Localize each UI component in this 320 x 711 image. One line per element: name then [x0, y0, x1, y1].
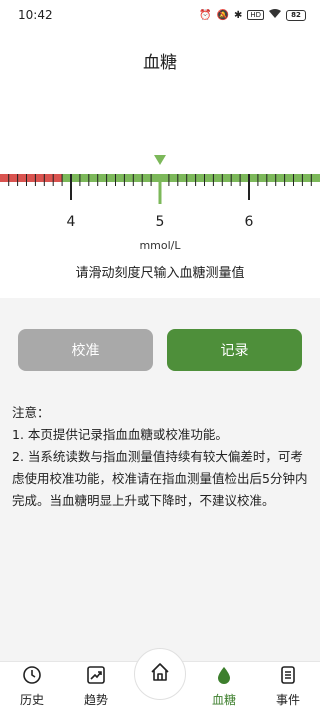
wifi-icon	[269, 8, 281, 22]
record-button[interactable]: 记录	[167, 329, 302, 371]
minor-tick	[88, 174, 90, 186]
clock-icon	[22, 665, 42, 688]
tab-events-label: 事件	[275, 693, 300, 707]
page-title: 血糖	[143, 53, 177, 73]
document-icon	[278, 665, 298, 688]
major-tick	[70, 174, 72, 200]
value-indicator	[158, 174, 162, 204]
minor-tick	[26, 174, 27, 186]
minor-tick	[275, 174, 277, 186]
minor-tick	[204, 174, 205, 186]
notes-section: 注意： 1. 本页提供记录指血血糖或校准功能。 2. 当系统读数与指血测量值持续…	[12, 402, 312, 512]
minor-tick	[186, 174, 188, 186]
tab-glucose[interactable]: 血糖	[192, 662, 256, 711]
minor-tick	[61, 174, 63, 186]
minor-tick	[141, 174, 143, 186]
minor-tick	[195, 174, 197, 186]
minor-tick	[8, 174, 10, 186]
tick-label-4: 4	[67, 214, 76, 230]
minor-tick	[284, 174, 286, 186]
tab-history[interactable]: 历史	[0, 662, 64, 711]
status-icons: ⏰ 🔕 ✱ HD 82	[199, 8, 306, 22]
major-tick	[248, 174, 250, 200]
minor-tick	[115, 174, 116, 186]
status-time: 10:42	[18, 8, 53, 22]
minor-tick	[52, 174, 54, 186]
tab-glucose-label: 血糖	[211, 693, 236, 707]
trend-icon	[86, 665, 106, 688]
drop-icon	[214, 665, 234, 688]
tab-events[interactable]: 事件	[256, 662, 320, 711]
status-bar: 10:42 ⏰ 🔕 ✱ HD 82	[0, 0, 320, 30]
minor-tick	[257, 174, 259, 186]
alarm-icon: ⏰	[199, 9, 212, 21]
minor-tick	[106, 174, 108, 186]
tick-label-6: 6	[245, 214, 254, 230]
minor-tick	[43, 174, 45, 186]
minor-tick	[301, 174, 303, 186]
top-panel: 血糖 4 5 6 mmol/L 请滑动刻度尺输入血糖测量值	[0, 30, 320, 298]
minor-tick	[168, 174, 170, 186]
unit-label: mmol/L	[139, 239, 181, 252]
minor-tick	[239, 174, 241, 186]
notes-item-2: 2. 当系统读数与指血测量值持续有较大偏差时，可考虑使用校准功能，校准请在指血测…	[12, 449, 308, 508]
mute-icon: 🔕	[216, 9, 229, 21]
minor-tick	[177, 174, 179, 186]
minor-tick	[79, 174, 81, 186]
calibrate-button[interactable]: 校准	[18, 329, 153, 371]
minor-tick	[34, 174, 36, 186]
tab-trend-label: 趋势	[83, 693, 108, 707]
tab-history-label: 历史	[19, 693, 44, 707]
minor-tick	[17, 174, 19, 186]
ruler-graphic[interactable]: 4 5 6	[0, 155, 320, 235]
minor-tick	[97, 174, 99, 186]
minor-tick	[230, 174, 232, 186]
notes-heading: 注意：	[12, 405, 50, 420]
battery-icon: 82	[286, 9, 306, 21]
tab-trend[interactable]: 趋势	[64, 662, 128, 711]
tick-label-5: 5	[156, 214, 165, 230]
minor-tick	[212, 174, 214, 186]
minor-tick	[310, 174, 312, 186]
minor-tick	[293, 174, 294, 186]
minor-tick	[266, 174, 268, 186]
minor-tick	[150, 174, 152, 186]
minor-tick	[132, 174, 134, 186]
ruler-normal-segment	[62, 174, 320, 182]
bluetooth-icon: ✱	[233, 9, 243, 21]
pointer-triangle-icon	[154, 155, 166, 165]
hd-icon: HD	[247, 10, 264, 20]
home-button[interactable]	[134, 648, 186, 700]
ruler-hint: 请滑动刻度尺输入血糖测量值	[75, 266, 245, 281]
home-icon	[149, 661, 171, 687]
minor-tick	[123, 174, 125, 186]
minor-tick	[221, 174, 223, 186]
glucose-ruler[interactable]: 4 5 6	[0, 155, 320, 275]
notes-item-1: 1. 本页提供记录指血血糖或校准功能。	[12, 427, 228, 442]
